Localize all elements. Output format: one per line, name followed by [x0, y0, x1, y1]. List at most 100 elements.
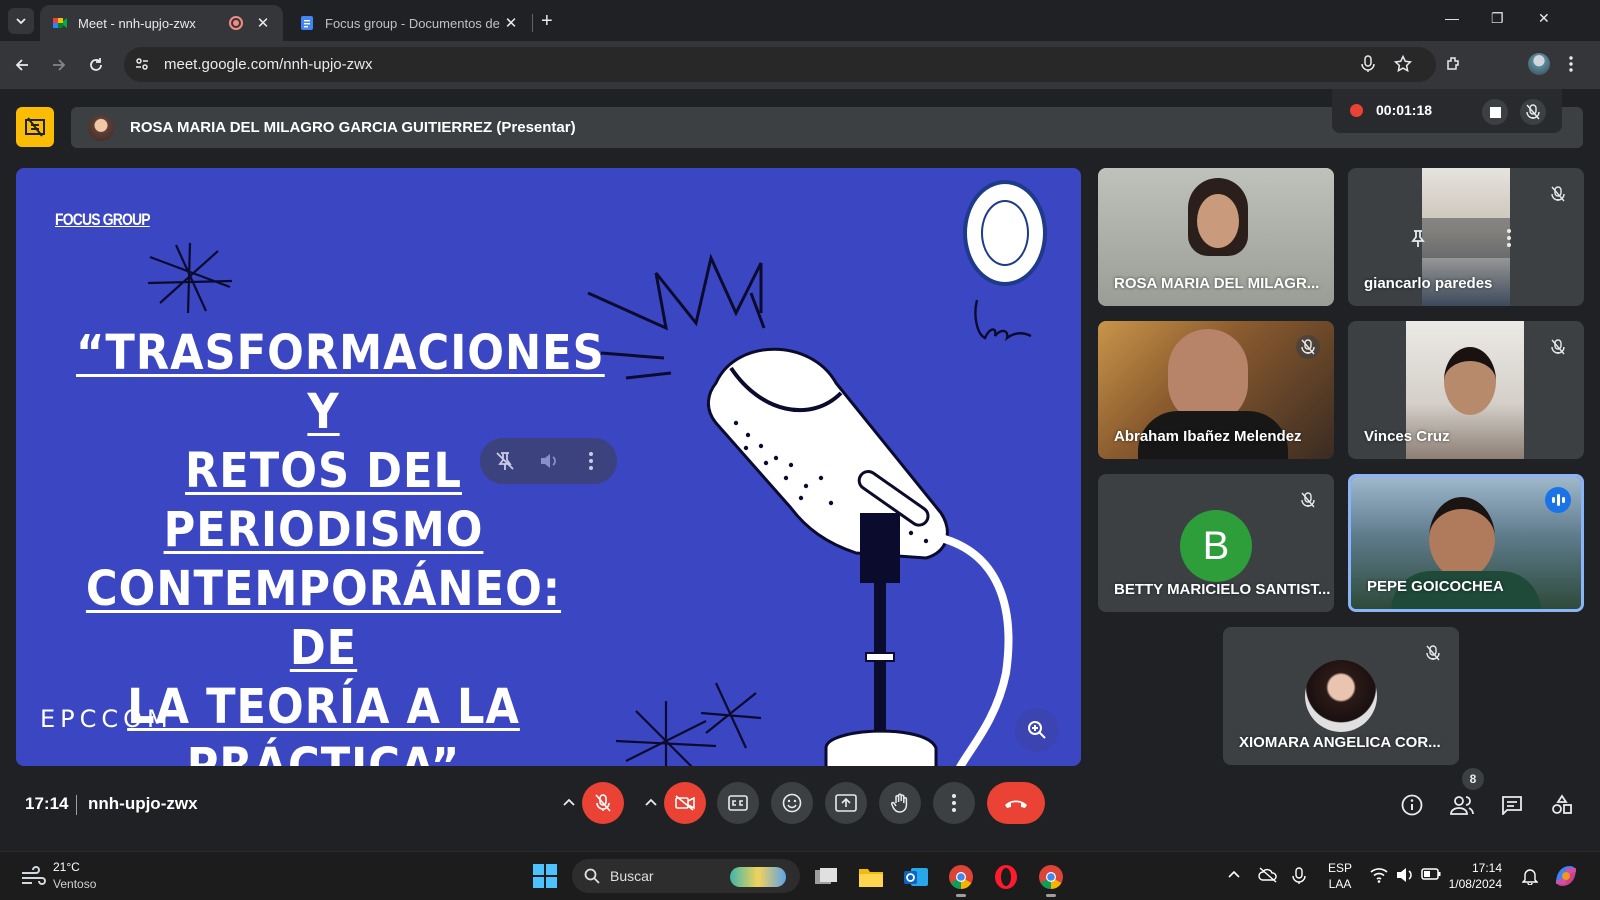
close-window-icon[interactable]: ✕	[1538, 10, 1550, 27]
zoom-button[interactable]	[1015, 708, 1059, 752]
people-button[interactable]	[1447, 790, 1477, 820]
participant-name: ROSA MARIA DEL MILAGR...	[1114, 275, 1320, 292]
reload-button[interactable]	[86, 55, 106, 75]
recording-indicator-icon	[229, 16, 243, 30]
muted-indicator	[1546, 335, 1570, 359]
raise-hand-button[interactable]	[879, 782, 921, 824]
volume-icon[interactable]	[538, 450, 560, 472]
mic-off-icon	[1526, 104, 1540, 120]
participant-tile[interactable]: Abraham Ibañez Melendez	[1098, 321, 1334, 459]
chrome-profile-button[interactable]	[1037, 863, 1065, 897]
meet-favicon-icon	[53, 18, 67, 28]
participant-tile-active-speaker[interactable]: PEPE GOICOCHEA	[1348, 474, 1584, 612]
camera-toggle-button[interactable]	[664, 782, 706, 824]
tile-hover-controls	[1396, 218, 1532, 258]
taskbar-search[interactable]: Buscar	[572, 859, 800, 893]
more-vert-icon[interactable]	[1568, 55, 1574, 73]
participant-tile[interactable]: ROSA MARIA DEL MILAGR...	[1098, 168, 1334, 306]
participant-tile[interactable]: Vinces Cruz	[1348, 321, 1584, 459]
presenter-name: ROSA MARIA DEL MILAGRO GARCIA GUITIERREZ…	[130, 119, 576, 136]
input-language[interactable]: ESP LAA	[1328, 860, 1352, 892]
video-options-chevron-icon[interactable]	[644, 797, 658, 807]
people-count-badge: 8	[1462, 768, 1484, 790]
file-explorer-button[interactable]	[857, 863, 885, 891]
captions-button[interactable]	[717, 782, 759, 824]
microphone-toggle-button[interactable]	[582, 782, 624, 824]
pin-off-icon[interactable]	[494, 450, 516, 472]
task-view-button[interactable]	[812, 863, 840, 891]
wifi-icon[interactable]	[1370, 867, 1388, 883]
chrome-icon	[1039, 865, 1063, 889]
more-vert-icon[interactable]	[588, 450, 594, 472]
extensions-icon[interactable]	[1445, 55, 1463, 73]
participant-tile[interactable]: giancarlo paredes	[1348, 168, 1584, 306]
chat-button[interactable]	[1497, 790, 1527, 820]
participant-tile[interactable]: XIOMARA ANGELICA COR...	[1223, 627, 1459, 765]
slide-brand: EPCCOM	[40, 705, 173, 733]
participant-avatar: B	[1180, 510, 1252, 582]
headline-line: CONTEMPORÁNEO: DE	[85, 561, 562, 676]
muted-indicator	[1421, 641, 1445, 665]
divider	[76, 795, 77, 815]
outlook-button[interactable]	[902, 863, 930, 891]
site-info-icon[interactable]	[134, 56, 150, 72]
reactions-button[interactable]	[771, 782, 813, 824]
back-button[interactable]	[12, 55, 32, 75]
address-bar[interactable]: meet.google.com/nnh-upjo-zwx	[124, 47, 1436, 82]
minimize-icon[interactable]: —	[1445, 10, 1459, 26]
camera-off-icon	[675, 795, 695, 811]
recording-mic-button[interactable]	[1520, 99, 1546, 125]
profile-avatar[interactable]	[1528, 53, 1550, 75]
info-icon	[1401, 794, 1423, 816]
microphone-icon[interactable]	[1360, 55, 1376, 73]
tab-meet[interactable]: Meet - nnh-upjo-zwx ✕	[40, 5, 283, 41]
search-placeholder: Buscar	[610, 868, 654, 884]
new-tab-button[interactable]: +	[541, 10, 553, 33]
leave-call-button[interactable]	[987, 782, 1045, 824]
close-tab-icon[interactable]: ✕	[255, 14, 271, 32]
onedrive-off-icon[interactable]	[1258, 867, 1278, 883]
stop-presenting-button[interactable]	[16, 107, 54, 147]
close-tab-icon[interactable]: ✕	[503, 14, 519, 32]
system-clock[interactable]: 17:14 1/08/2024	[1442, 860, 1502, 892]
speaking-indicator-icon	[1545, 487, 1571, 513]
present-now-button[interactable]	[825, 782, 867, 824]
chevron-up-icon[interactable]	[1227, 867, 1241, 881]
tab-docs[interactable]: Focus group - Documentos de ✕	[287, 5, 531, 41]
more-options-button[interactable]	[933, 782, 975, 824]
weather-temperature[interactable]: 21°C	[53, 860, 80, 874]
tab-search-button[interactable]	[8, 8, 34, 34]
weather-description[interactable]: Ventoso	[53, 877, 96, 891]
meet-window: ROSA MARIA DEL MILAGRO GARCIA GUITIERREZ…	[0, 89, 1600, 851]
restore-icon[interactable]: ❐	[1491, 10, 1504, 27]
microphone-icon[interactable]	[1292, 867, 1306, 885]
arrow-left-icon	[15, 59, 28, 71]
bookmark-star-icon[interactable]	[1394, 55, 1412, 73]
opera-button[interactable]	[992, 863, 1020, 891]
notifications-icon[interactable]	[1522, 867, 1538, 885]
stop-recording-button[interactable]	[1482, 99, 1508, 125]
participant-name: Abraham Ibañez Melendez	[1114, 428, 1302, 445]
participant-face	[1197, 194, 1239, 248]
participant-tile[interactable]: B BETTY MARICIELO SANTIST...	[1098, 474, 1334, 612]
battery-icon[interactable]	[1421, 867, 1441, 881]
wind-icon[interactable]	[20, 865, 46, 887]
tab-title: Meet - nnh-upjo-zwx	[78, 15, 196, 31]
participant-avatar	[1305, 660, 1377, 732]
forward-button[interactable]	[49, 55, 69, 75]
headline-line: PRÁCTICA”	[186, 738, 461, 766]
task-view-icon	[815, 868, 837, 884]
participant-name: giancarlo paredes	[1364, 275, 1493, 292]
more-vert-icon[interactable]	[1506, 228, 1512, 248]
meeting-details-button[interactable]	[1397, 790, 1427, 820]
browser-toolbar: meet.google.com/nnh-upjo-zwx	[0, 41, 1600, 89]
start-button[interactable]	[533, 864, 557, 888]
copilot-icon[interactable]	[1552, 862, 1580, 890]
volume-icon[interactable]	[1396, 867, 1414, 883]
pin-icon[interactable]	[1408, 228, 1428, 248]
url-text: meet.google.com/nnh-upjo-zwx	[164, 56, 373, 73]
chrome-button[interactable]	[947, 863, 975, 897]
activities-button[interactable]	[1547, 790, 1577, 820]
shared-presentation[interactable]: FOCUS GROUP “TRASFORMACIONES Y RETOS DEL…	[16, 168, 1081, 766]
audio-options-chevron-icon[interactable]	[562, 797, 576, 807]
